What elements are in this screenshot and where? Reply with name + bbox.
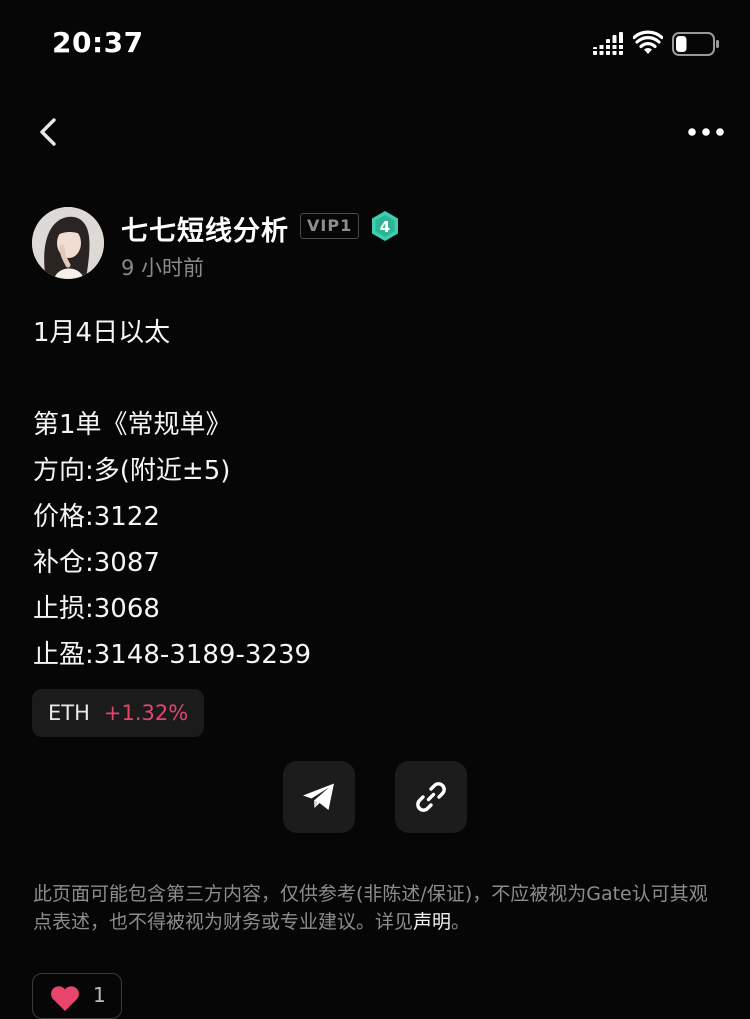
ticker-change: +1.32%: [103, 701, 189, 725]
disclaimer-text: 此页面可能包含第三方内容，仅供参考(非陈述/保证)，不应被视为Gate认可其观点…: [33, 883, 708, 933]
signal-icon: [593, 32, 623, 55]
avatar[interactable]: [32, 207, 104, 279]
level-number: 4: [380, 218, 390, 236]
more-icon[interactable]: [684, 114, 728, 150]
post-line-blank: [33, 356, 723, 402]
status-time: 20:37: [52, 26, 144, 59]
post-line: 第1单《常规单》: [33, 410, 232, 440]
copy-link-button[interactable]: [395, 761, 467, 833]
post-body: 1月4日以太 第1单《常规单》 方向:多(附近±5) 价格:3122 补仓:30…: [33, 310, 723, 678]
post-line: 补仓:3087: [33, 548, 160, 578]
author-name[interactable]: 七七短线分析: [121, 209, 289, 248]
ticker-chip[interactable]: ETH +1.32%: [32, 689, 205, 737]
like-button[interactable]: 1: [32, 973, 122, 1019]
post-line: 止盈:3148-3189-3239: [33, 640, 312, 670]
battery-icon: [672, 32, 719, 56]
author-header: 七七短线分析 VIP1 4 9 小时前: [32, 207, 722, 287]
post-line: 方向:多(附近±5): [33, 456, 231, 486]
telegram-icon: [303, 783, 334, 810]
share-row: [0, 761, 750, 833]
post-line: 1月4日以太: [33, 318, 171, 348]
heart-icon: [51, 986, 79, 1011]
disclaimer: 此页面可能包含第三方内容，仅供参考(非陈述/保证)，不应被视为Gate认可其观点…: [33, 880, 723, 936]
post-line: 价格:3122: [33, 502, 160, 532]
share-telegram-button[interactable]: [283, 761, 355, 833]
status-bar: 20:37: [0, 0, 750, 90]
level-badge: 4: [372, 211, 398, 241]
ticker-symbol: ETH: [48, 701, 90, 725]
statement-link[interactable]: 声明: [413, 911, 451, 933]
disclaimer-end: 。: [451, 911, 471, 933]
link-icon: [416, 782, 446, 812]
post-time: 9 小时前: [121, 256, 205, 280]
wifi-icon: [633, 30, 663, 54]
like-count: 1: [93, 983, 106, 1007]
back-icon[interactable]: [30, 112, 70, 152]
post-line: 止损:3068: [33, 594, 160, 624]
nav-bar: [0, 100, 750, 164]
vip-badge: VIP1: [300, 213, 360, 239]
